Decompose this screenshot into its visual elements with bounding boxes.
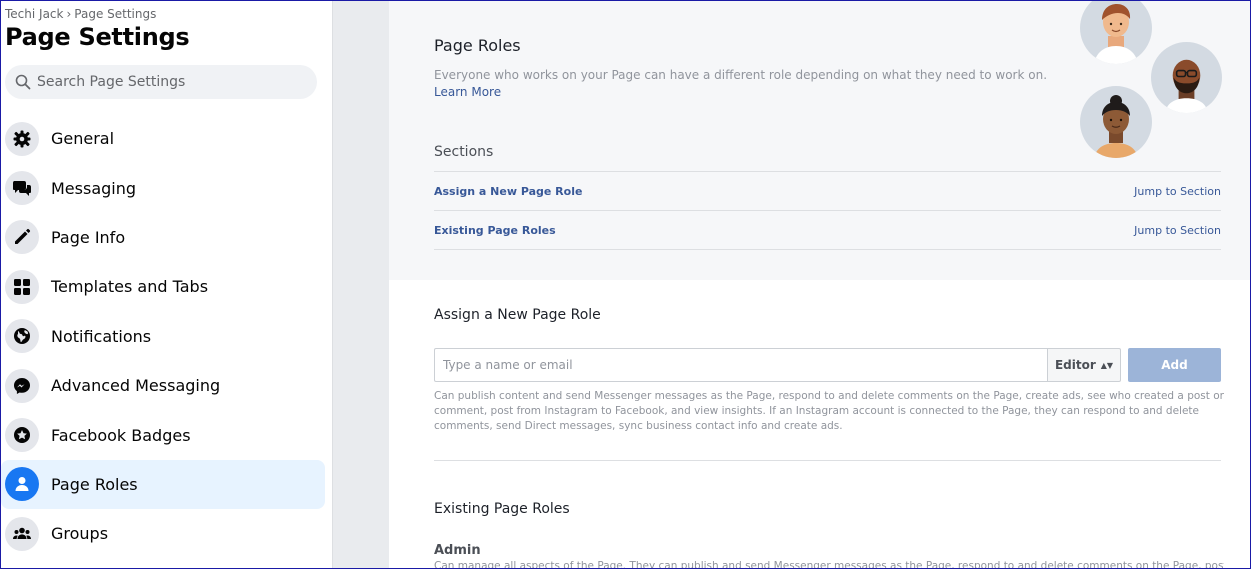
role-help-text: Can publish content and send Messenger m…	[434, 390, 1224, 432]
jump-to-section-link[interactable]: Jump to Section	[1134, 185, 1221, 198]
sidebar-item-label: Notifications	[51, 326, 152, 346]
avatar-illustration	[1080, 86, 1152, 158]
chat-bubbles-icon	[5, 171, 39, 206]
section-row-existing: Existing Page Roles Jump to Section	[434, 210, 1221, 249]
sidebar-item-facebook-badges[interactable]: Facebook Badges	[1, 410, 325, 459]
assign-role-title: Assign a New Page Role	[434, 307, 601, 323]
role-description: Can manage all aspects of the Page. They…	[434, 560, 1224, 568]
sidebar-item-advanced-messaging[interactable]: Advanced Messaging	[1, 361, 325, 410]
gear-icon	[5, 121, 39, 156]
sidebar-item-label: Facebook Badges	[51, 425, 191, 445]
search-input[interactable]	[37, 74, 307, 90]
sidebar-item-label: Page Roles	[51, 474, 138, 494]
search-box[interactable]	[5, 65, 317, 99]
sidebar-item-templates-and-tabs[interactable]: Templates and Tabs	[1, 262, 325, 311]
page-roles-description: Everyone who works on your Page can have…	[434, 68, 1048, 82]
sidebar-item-messaging[interactable]: Messaging	[1, 163, 325, 212]
group-icon	[5, 516, 39, 551]
sidebar-item-page-roles[interactable]: Page Roles	[1, 459, 325, 510]
sidebar-item-label: Advanced Messaging	[51, 376, 221, 396]
page-title: Page Settings	[5, 23, 190, 51]
section-row-assign: Assign a New Page Role Jump to Section	[434, 171, 1221, 210]
settings-nav: General Messaging Page Info Templates an…	[1, 114, 332, 559]
role-select-dropdown[interactable]: Editor ▲▼	[1047, 348, 1121, 382]
sidebar-item-label: Messaging	[51, 178, 137, 198]
sidebar-item-notifications[interactable]: Notifications	[1, 312, 325, 361]
globe-icon	[5, 319, 39, 354]
sidebar-item-label: Page Info	[51, 227, 126, 247]
sections-heading: Sections	[434, 144, 494, 160]
up-down-caret-icon: ▲▼	[1100, 360, 1114, 370]
breadcrumb-current: Page Settings	[74, 7, 157, 21]
sidebar-item-label: General	[51, 129, 115, 149]
page-roles-header-panel: Page Roles Everyone who works on your Pa…	[389, 1, 1250, 280]
jump-to-section-link[interactable]: Jump to Section	[1134, 224, 1221, 237]
breadcrumb-parent[interactable]: Techi Jack	[5, 7, 63, 21]
role-name-admin: Admin	[434, 543, 481, 558]
section-divider	[434, 249, 1221, 250]
name-or-email-input[interactable]	[434, 348, 1047, 382]
section-divider	[434, 460, 1221, 461]
sidebar-item-general[interactable]: General	[1, 114, 325, 163]
existing-roles-title: Existing Page Roles	[434, 501, 570, 517]
settings-sidebar: Techi Jack›Page Settings Page Settings G…	[1, 1, 333, 568]
page-roles-title: Page Roles	[434, 36, 521, 55]
messenger-icon	[5, 368, 39, 403]
badge-star-icon	[5, 418, 39, 453]
search-icon	[15, 74, 31, 90]
person-icon	[5, 467, 39, 502]
sidebar-item-groups[interactable]: Groups	[1, 509, 325, 558]
sidebar-item-label: Groups	[51, 524, 109, 544]
pencil-icon	[5, 220, 39, 255]
grid-icon	[5, 269, 39, 304]
sidebar-item-label: Templates and Tabs	[51, 277, 209, 297]
breadcrumb: Techi Jack › Page Settings	[5, 7, 156, 21]
add-role-button[interactable]: Add	[1128, 348, 1221, 382]
section-link-assign[interactable]: Assign a New Page Role	[434, 185, 582, 198]
main-content: Page Roles Everyone who works on your Pa…	[389, 1, 1250, 568]
learn-more-link[interactable]: Learn More	[434, 85, 501, 99]
role-select-value: Editor	[1054, 358, 1096, 372]
avatar-illustration	[1151, 42, 1222, 113]
sidebar-item-page-info[interactable]: Page Info	[1, 213, 325, 262]
section-link-existing[interactable]: Existing Page Roles	[434, 224, 556, 237]
person-illustration-icon	[1094, 95, 1138, 158]
person-illustration-icon	[1164, 59, 1209, 113]
gutter	[333, 1, 389, 568]
person-illustration-icon	[1094, 4, 1138, 64]
assign-role-form: Editor ▲▼	[434, 348, 1121, 382]
roles-body-panel: Assign a New Page Role Editor ▲▼ Add Can…	[389, 280, 1250, 568]
avatar-illustration	[1080, 1, 1152, 64]
breadcrumb-separator: ›	[66, 7, 72, 21]
